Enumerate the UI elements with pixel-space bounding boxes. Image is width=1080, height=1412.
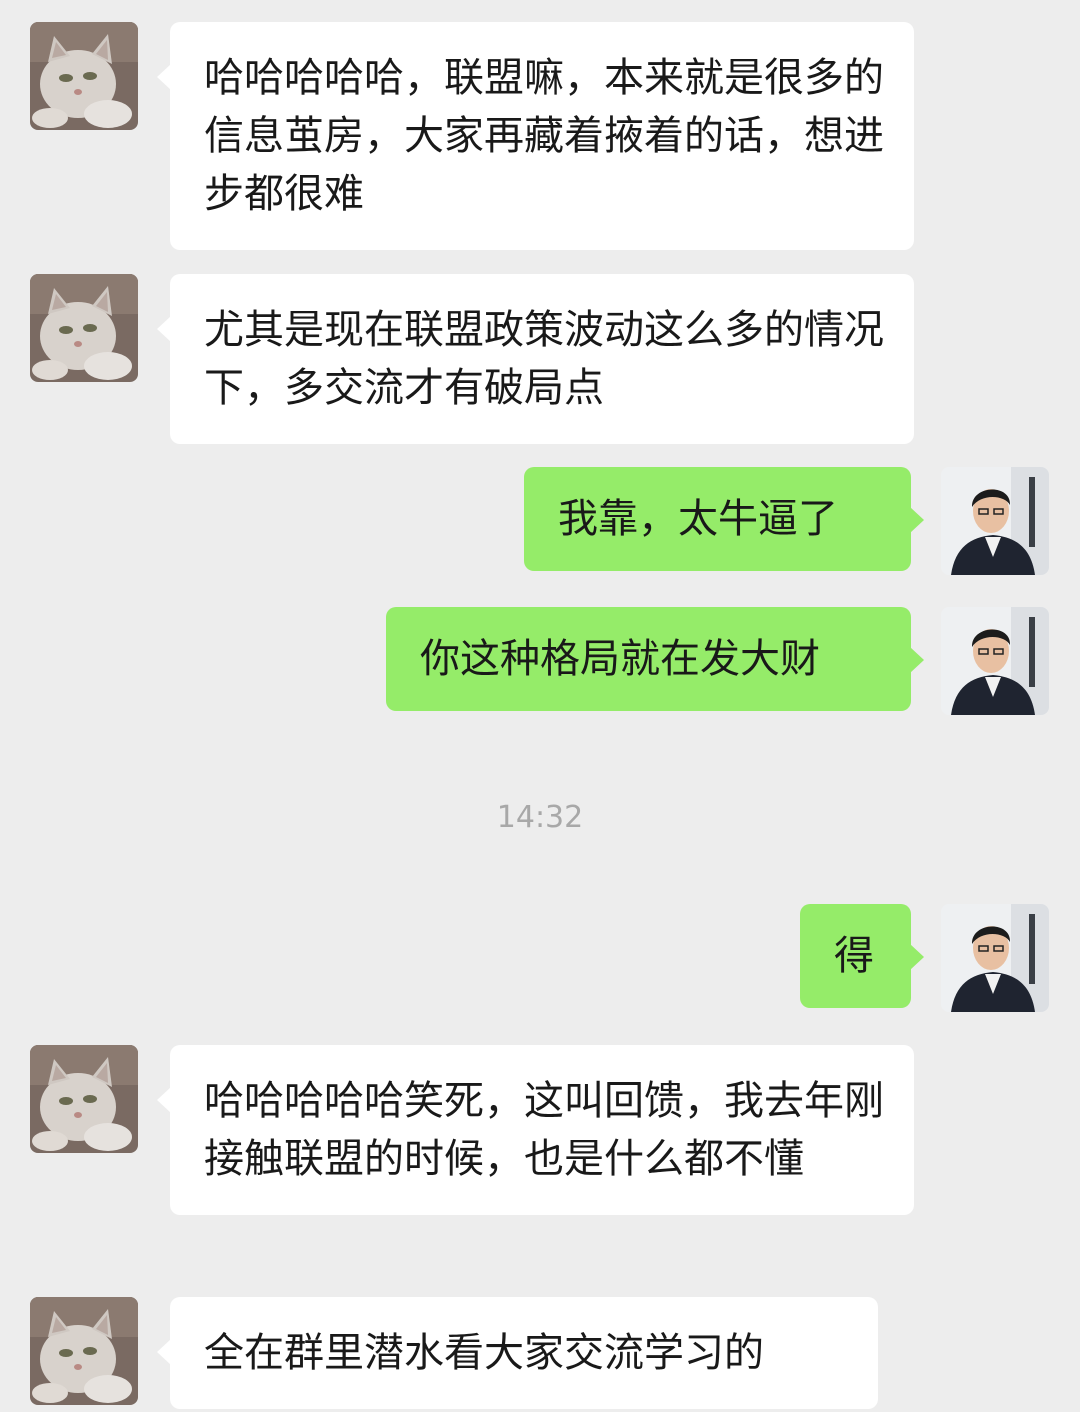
message-bubble-incoming[interactable]: 尤其是现在联盟政策波动这么多的情况下，多交流才有破局点 (157, 274, 914, 444)
message-text: 你这种格局就在发大财 (420, 636, 820, 682)
message-text: 得 (834, 933, 874, 979)
message-text: 尤其是现在联盟政策波动这么多的情况下，多交流才有破局点 (204, 307, 884, 411)
cat-avatar-icon (30, 274, 138, 382)
cat-avatar-icon (30, 1045, 138, 1153)
timestamp: 14:32 (496, 800, 584, 835)
message-bubble-outgoing[interactable]: 我靠，太牛逼了 (524, 467, 924, 571)
self-avatar[interactable] (941, 904, 1049, 1012)
message-text: 全在群里潜水看大家交流学习的 (204, 1330, 764, 1376)
cat-avatar-icon (30, 22, 138, 130)
contact-avatar[interactable] (30, 1045, 138, 1153)
message-bubble-incoming[interactable]: 哈哈哈哈哈，联盟嘛，本来就是很多的信息茧房，大家再藏着掖着的话，想进步都很难 (157, 22, 914, 250)
contact-avatar[interactable] (30, 1297, 138, 1405)
self-avatar[interactable] (941, 607, 1049, 715)
self-avatar[interactable] (941, 467, 1049, 575)
message-text: 哈哈哈哈哈，联盟嘛，本来就是很多的信息茧房，大家再藏着掖着的话，想进步都很难 (204, 55, 884, 217)
man-avatar-icon (941, 607, 1049, 715)
message-text: 哈哈哈哈哈笑死，这叫回馈，我去年刚接触联盟的时候，也是什么都不懂 (204, 1078, 884, 1182)
message-bubble-outgoing[interactable]: 你这种格局就在发大财 (386, 607, 924, 711)
message-bubble-outgoing[interactable]: 得 (800, 904, 924, 1008)
chat-area[interactable]: 哈哈哈哈哈，联盟嘛，本来就是很多的信息茧房，大家再藏着掖着的话，想进步都很难 尤… (0, 0, 1080, 1412)
contact-avatar[interactable] (30, 22, 138, 130)
contact-avatar[interactable] (30, 274, 138, 382)
cat-avatar-icon (30, 1297, 138, 1405)
message-bubble-incoming[interactable]: 哈哈哈哈哈笑死，这叫回馈，我去年刚接触联盟的时候，也是什么都不懂 (157, 1045, 914, 1215)
message-text: 我靠，太牛逼了 (558, 496, 838, 542)
man-avatar-icon (941, 904, 1049, 1012)
message-bubble-incoming[interactable]: 全在群里潜水看大家交流学习的 (157, 1297, 878, 1409)
man-avatar-icon (941, 467, 1049, 575)
